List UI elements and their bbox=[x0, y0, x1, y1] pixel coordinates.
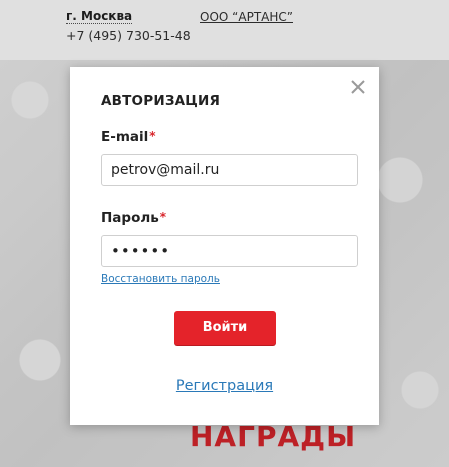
modal-title: АВТОРИЗАЦИЯ bbox=[101, 93, 221, 109]
required-mark: * bbox=[159, 210, 167, 224]
email-label: E-mail* bbox=[101, 129, 156, 145]
password-field[interactable]: •••••• bbox=[101, 235, 358, 267]
restore-password-link[interactable]: Восстановить пароль bbox=[101, 273, 220, 285]
required-mark: * bbox=[149, 129, 156, 143]
login-modal: АВТОРИЗАЦИЯ E-mail* petrov@mail.ru Парол… bbox=[70, 67, 379, 425]
password-label-text: Пароль bbox=[101, 210, 159, 226]
close-icon[interactable] bbox=[349, 78, 367, 96]
email-field[interactable]: petrov@mail.ru bbox=[101, 154, 358, 186]
register-link[interactable]: Регистрация bbox=[176, 378, 273, 394]
register-link-wrap: Регистрация bbox=[70, 378, 379, 394]
email-label-text: E-mail bbox=[101, 129, 149, 145]
password-label: Пароль* bbox=[101, 210, 166, 226]
login-button[interactable]: Войти bbox=[174, 311, 276, 345]
